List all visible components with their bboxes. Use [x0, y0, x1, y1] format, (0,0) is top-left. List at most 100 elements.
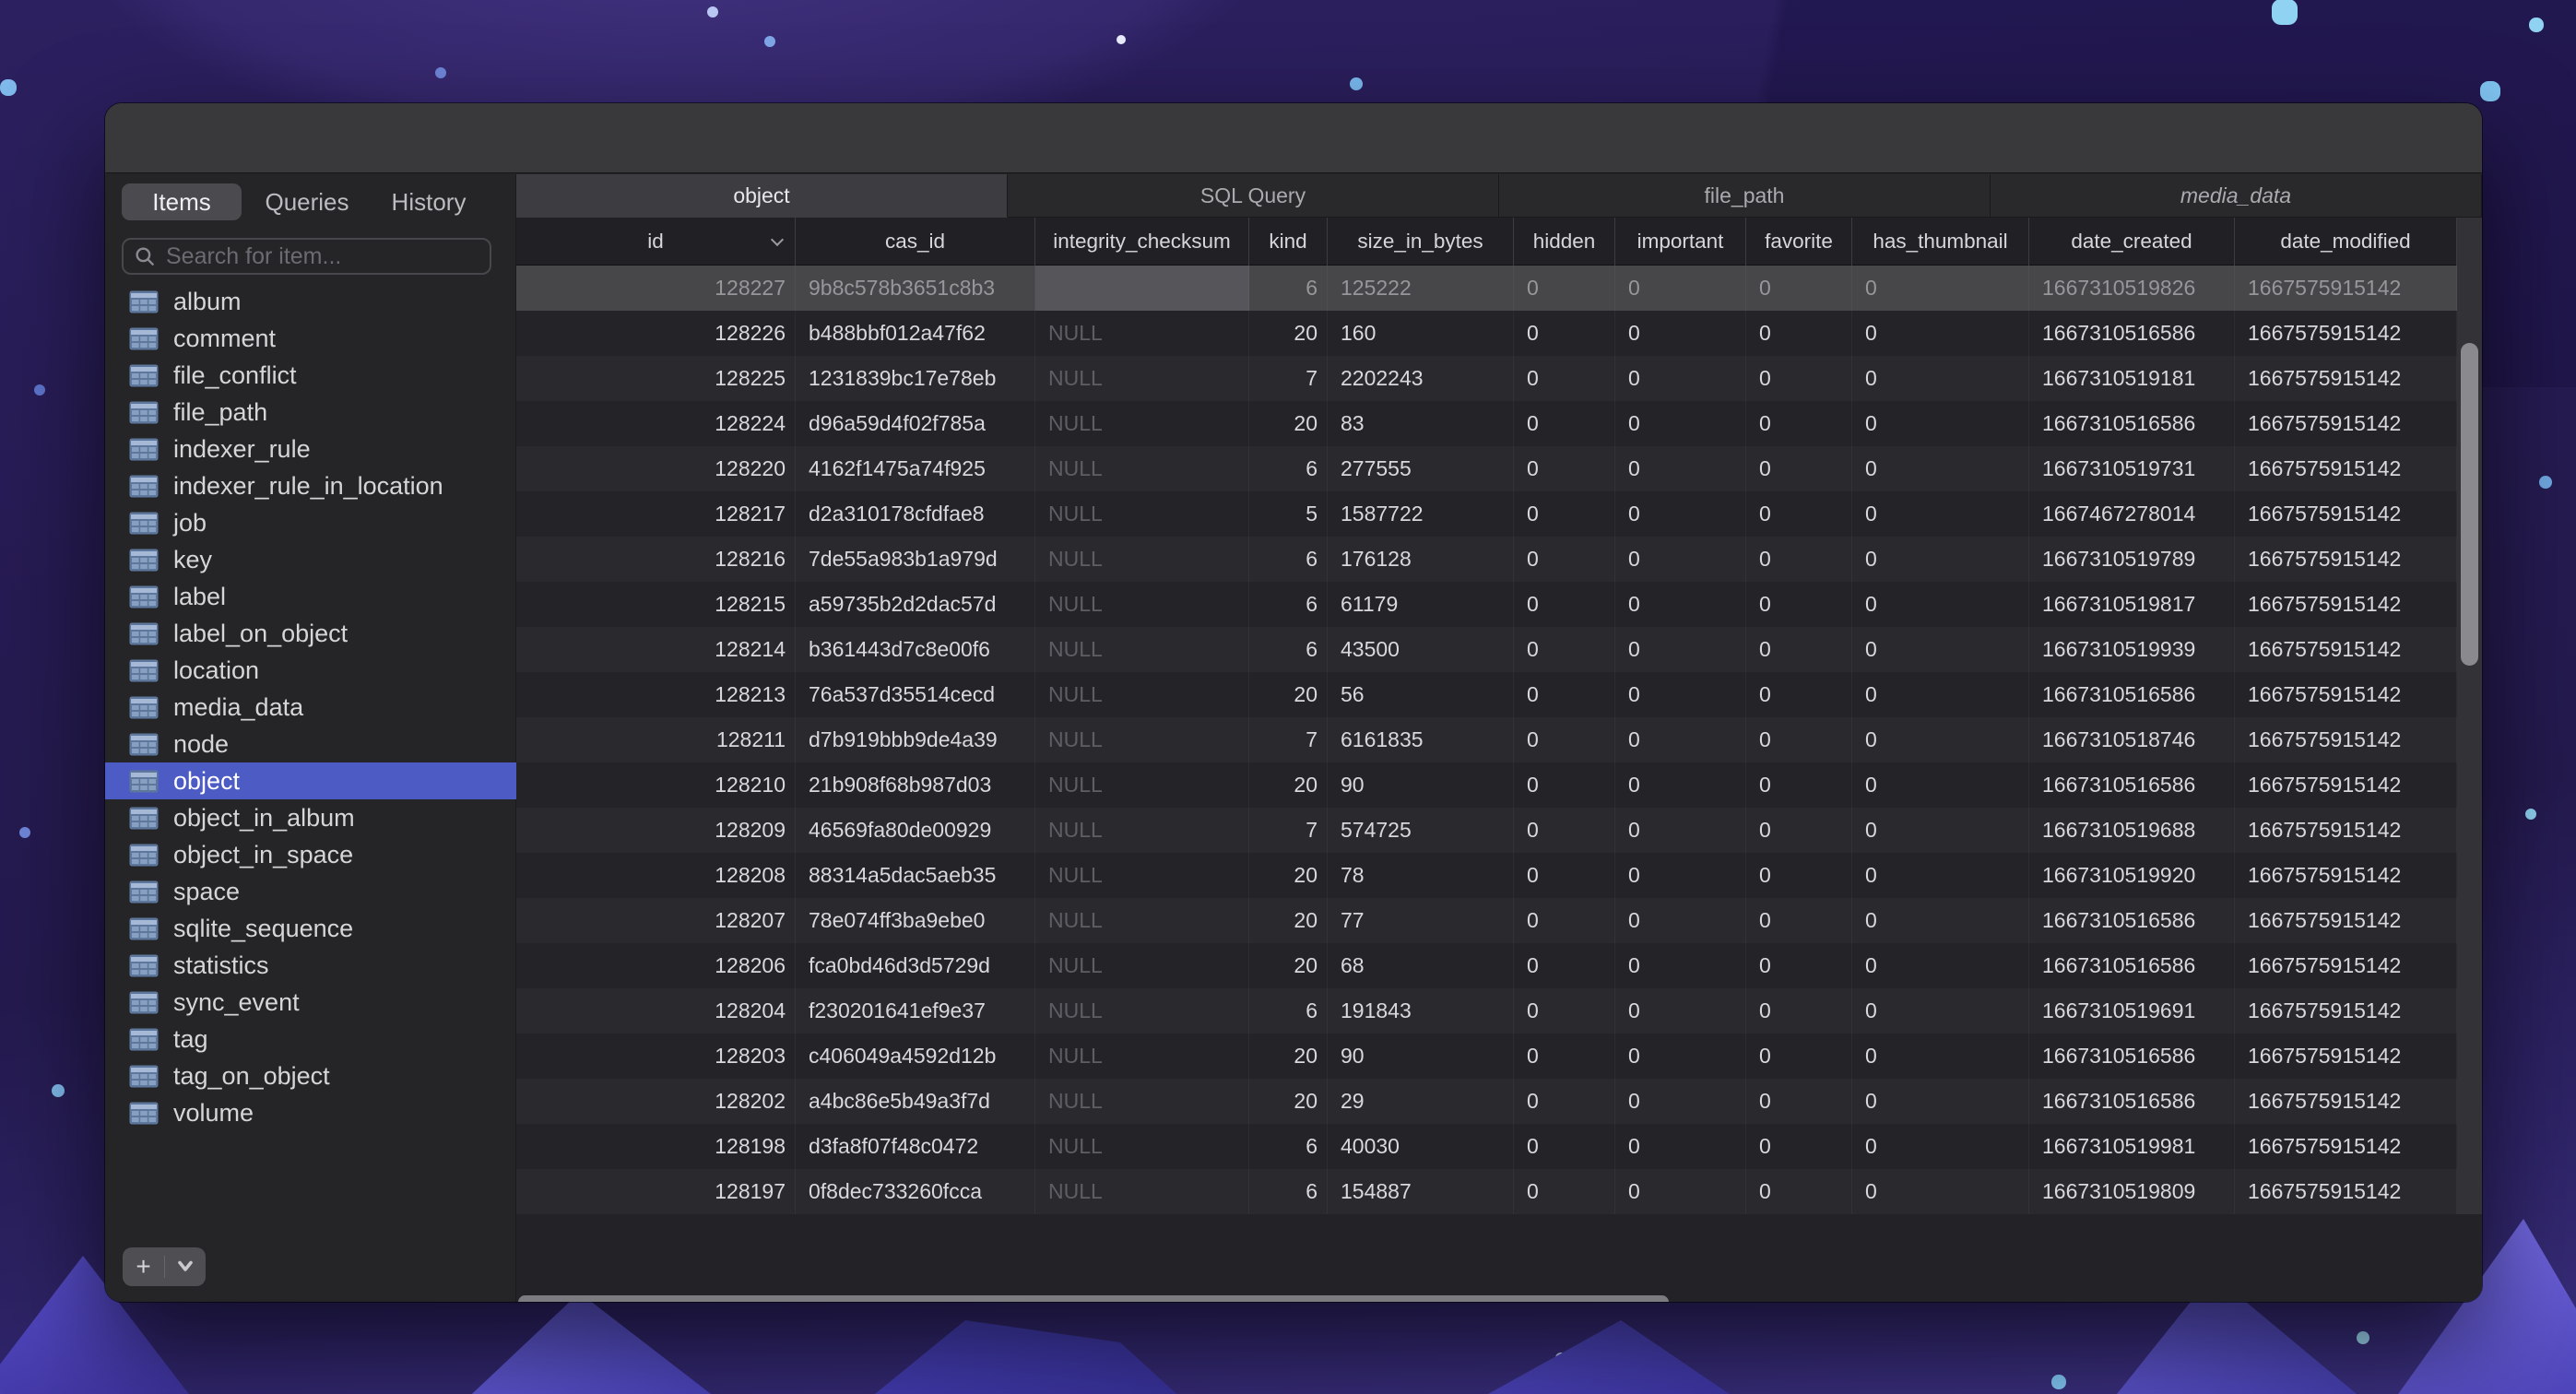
- cell-favorite[interactable]: 0: [1746, 762, 1852, 808]
- cell-important[interactable]: 0: [1615, 627, 1746, 672]
- cell-kind[interactable]: 7: [1249, 717, 1328, 762]
- cell-size_in_bytes[interactable]: 574725: [1328, 808, 1514, 853]
- cell-important[interactable]: 0: [1615, 988, 1746, 1034]
- cell-cas_id[interactable]: d3fa8f07f48c0472: [796, 1124, 1035, 1169]
- cell-date_modified[interactable]: 1667575915142: [2235, 943, 2457, 988]
- sidebar-item-job[interactable]: job: [105, 504, 516, 541]
- cell-date_created[interactable]: 1667310516586: [2029, 943, 2235, 988]
- cell-cas_id[interactable]: 78e074ff3ba9ebe0: [796, 898, 1035, 943]
- cell-integrity_checksum[interactable]: NULL: [1035, 446, 1249, 491]
- cell-id[interactable]: 128216: [516, 537, 796, 582]
- cell-has_thumbnail[interactable]: 0: [1852, 627, 2029, 672]
- cell-id[interactable]: 128208: [516, 853, 796, 898]
- cell-favorite[interactable]: 0: [1746, 943, 1852, 988]
- cell-date_created[interactable]: 1667310519826: [2029, 266, 2235, 311]
- cell-size_in_bytes[interactable]: 90: [1328, 1034, 1514, 1079]
- cell-date_created[interactable]: 1667310519691: [2029, 988, 2235, 1034]
- cell-date_created[interactable]: 1667310519181: [2029, 356, 2235, 401]
- column-header-date_created[interactable]: date_created: [2029, 218, 2235, 266]
- cell-kind[interactable]: 20: [1249, 853, 1328, 898]
- cell-date_modified[interactable]: 1667575915142: [2235, 1169, 2457, 1214]
- cell-date_modified[interactable]: 1667575915142: [2235, 356, 2457, 401]
- table-row[interactable]: 128224 d96a59d4f02f785a NULL 20 83 0 0 0 0 166731…: [516, 401, 2457, 446]
- cell-important[interactable]: 0: [1615, 898, 1746, 943]
- table-row[interactable]: 128210 21b908f68b987d03 NULL 20 90 0 0 0 0 166731…: [516, 762, 2457, 808]
- column-header-size_in_bytes[interactable]: size_in_bytes: [1328, 218, 1514, 266]
- cell-integrity_checksum[interactable]: NULL: [1035, 1079, 1249, 1124]
- cell-favorite[interactable]: 0: [1746, 401, 1852, 446]
- cell-date_modified[interactable]: 1667575915142: [2235, 808, 2457, 853]
- cell-kind[interactable]: 20: [1249, 311, 1328, 356]
- cell-favorite[interactable]: 0: [1746, 311, 1852, 356]
- cell-important[interactable]: 0: [1615, 808, 1746, 853]
- cell-date_modified[interactable]: 1667575915142: [2235, 1124, 2457, 1169]
- cell-kind[interactable]: 6: [1249, 627, 1328, 672]
- cell-important[interactable]: 0: [1615, 717, 1746, 762]
- cell-date_created[interactable]: 1667310516586: [2029, 311, 2235, 356]
- tab-media_data[interactable]: media_data: [1991, 174, 2482, 218]
- cell-size_in_bytes[interactable]: 125222: [1328, 266, 1514, 311]
- cell-id[interactable]: 128211: [516, 717, 796, 762]
- cell-date_created[interactable]: 1667310516586: [2029, 1079, 2235, 1124]
- cell-date_created[interactable]: 1667310516586: [2029, 898, 2235, 943]
- cell-important[interactable]: 0: [1615, 1034, 1746, 1079]
- cell-kind[interactable]: 20: [1249, 1079, 1328, 1124]
- cell-favorite[interactable]: 0: [1746, 266, 1852, 311]
- cell-kind[interactable]: 7: [1249, 356, 1328, 401]
- cell-important[interactable]: 0: [1615, 1079, 1746, 1124]
- table-row[interactable]: 128213 76a537d35514cecd NULL 20 56 0 0 0 0 166731…: [516, 672, 2457, 717]
- cell-important[interactable]: 0: [1615, 853, 1746, 898]
- cell-size_in_bytes[interactable]: 154887: [1328, 1169, 1514, 1214]
- sidebar-item-object_in_album[interactable]: object_in_album: [105, 799, 516, 836]
- cell-id[interactable]: 128206: [516, 943, 796, 988]
- cell-size_in_bytes[interactable]: 277555: [1328, 446, 1514, 491]
- cell-hidden[interactable]: 0: [1514, 627, 1615, 672]
- cell-has_thumbnail[interactable]: 0: [1852, 266, 2029, 311]
- cell-cas_id[interactable]: c406049a4592d12b: [796, 1034, 1035, 1079]
- cell-cas_id[interactable]: d7b919bbb9de4a39: [796, 717, 1035, 762]
- cell-date_modified[interactable]: 1667575915142: [2235, 627, 2457, 672]
- cell-date_created[interactable]: 1667310519809: [2029, 1169, 2235, 1214]
- cell-integrity_checksum[interactable]: NULL: [1035, 988, 1249, 1034]
- cell-hidden[interactable]: 0: [1514, 266, 1615, 311]
- cell-important[interactable]: 0: [1615, 491, 1746, 537]
- cell-size_in_bytes[interactable]: 83: [1328, 401, 1514, 446]
- cell-date_created[interactable]: 1667310519920: [2029, 853, 2235, 898]
- table-row[interactable]: 128214 b361443d7c8e00f6 NULL 6 43500 0 0 0 0 1667…: [516, 627, 2457, 672]
- sidebar-item-tag[interactable]: tag: [105, 1021, 516, 1057]
- horizontal-scrollbar[interactable]: [518, 1295, 1669, 1302]
- table-row[interactable]: 128227 9b8c578b3651c8b3 6 125222 0 0 0 0 1667310…: [516, 266, 2457, 311]
- cell-size_in_bytes[interactable]: 78: [1328, 853, 1514, 898]
- cell-cas_id[interactable]: b361443d7c8e00f6: [796, 627, 1035, 672]
- sidebar-item-file_conflict[interactable]: file_conflict: [105, 357, 516, 394]
- cell-has_thumbnail[interactable]: 0: [1852, 988, 2029, 1034]
- cell-id[interactable]: 128227: [516, 266, 796, 311]
- cell-cas_id[interactable]: 9b8c578b3651c8b3: [796, 266, 1035, 311]
- cell-date_created[interactable]: 1667310519817: [2029, 582, 2235, 627]
- sidebar-item-comment[interactable]: comment: [105, 320, 516, 357]
- cell-size_in_bytes[interactable]: 61179: [1328, 582, 1514, 627]
- vertical-scrollbar[interactable]: [2461, 343, 2478, 666]
- cell-hidden[interactable]: 0: [1514, 1079, 1615, 1124]
- sidebar-item-tag_on_object[interactable]: tag_on_object: [105, 1057, 516, 1094]
- table-row[interactable]: 128220 4162f1475a74f925 NULL 6 277555 0 0 0 0 166…: [516, 446, 2457, 491]
- cell-date_modified[interactable]: 1667575915142: [2235, 446, 2457, 491]
- cell-hidden[interactable]: 0: [1514, 311, 1615, 356]
- cell-hidden[interactable]: 0: [1514, 717, 1615, 762]
- cell-important[interactable]: 0: [1615, 356, 1746, 401]
- cell-favorite[interactable]: 0: [1746, 808, 1852, 853]
- cell-size_in_bytes[interactable]: 43500: [1328, 627, 1514, 672]
- cell-cas_id[interactable]: a4bc86e5b49a3f7d: [796, 1079, 1035, 1124]
- cell-important[interactable]: 0: [1615, 762, 1746, 808]
- cell-has_thumbnail[interactable]: 0: [1852, 537, 2029, 582]
- cell-has_thumbnail[interactable]: 0: [1852, 1169, 2029, 1214]
- cell-kind[interactable]: 20: [1249, 762, 1328, 808]
- cell-has_thumbnail[interactable]: 0: [1852, 717, 2029, 762]
- cell-integrity_checksum[interactable]: NULL: [1035, 898, 1249, 943]
- cell-cas_id[interactable]: 4162f1475a74f925: [796, 446, 1035, 491]
- cell-hidden[interactable]: 0: [1514, 988, 1615, 1034]
- cell-has_thumbnail[interactable]: 0: [1852, 1124, 2029, 1169]
- cell-date_modified[interactable]: 1667575915142: [2235, 717, 2457, 762]
- cell-size_in_bytes[interactable]: 2202243: [1328, 356, 1514, 401]
- cell-size_in_bytes[interactable]: 40030: [1328, 1124, 1514, 1169]
